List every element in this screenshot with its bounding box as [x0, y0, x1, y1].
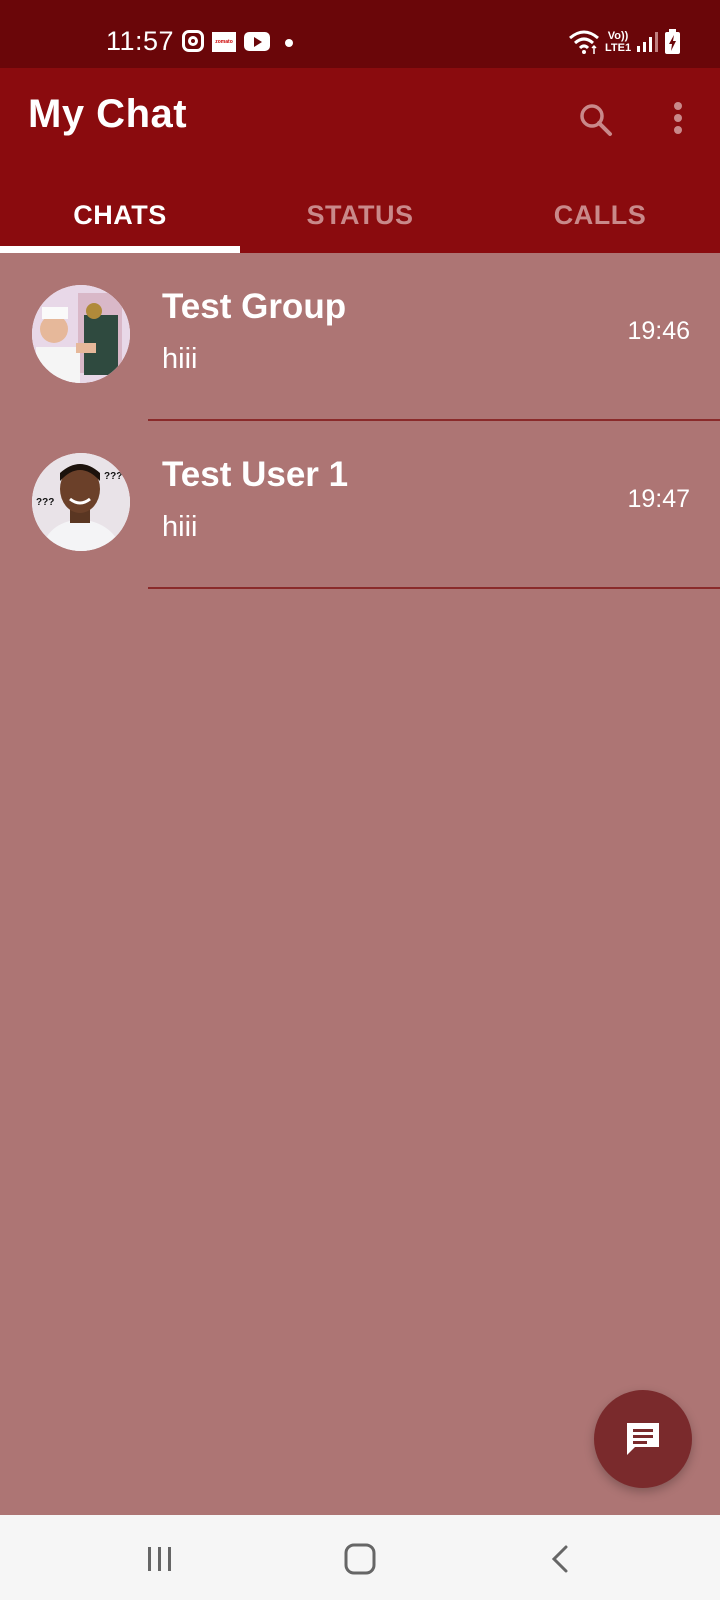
tab-calls[interactable]: CALLS [480, 178, 720, 253]
chat-last-message: hiii [162, 343, 198, 375]
battery-charging-icon [665, 29, 680, 54]
signal-icon [636, 32, 658, 57]
chat-last-message: hiii [162, 511, 198, 543]
notification-dot-icon [285, 39, 293, 47]
chat-item-test-group[interactable]: Test Group hiii 19:46 [0, 253, 720, 421]
divider [148, 587, 720, 589]
volte-icon: Vo)) LTE1 [605, 30, 632, 54]
instagram-icon [182, 30, 204, 52]
chat-item-test-user-1[interactable]: ??? ??? Test User 1 hiii 19:47 [0, 421, 720, 589]
recents-icon [148, 1547, 171, 1571]
tab-bar: CHATS STATUS CALLS [0, 178, 720, 253]
status-bar: 11:57 zomato Vo)) LTE1 [0, 0, 720, 68]
chat-name: Test User 1 [162, 455, 349, 494]
search-button[interactable] [574, 98, 618, 142]
avatar-overlay-text: ??? [104, 471, 123, 482]
home-icon [344, 1543, 376, 1575]
chat-time: 19:47 [627, 485, 690, 513]
back-button[interactable] [542, 1539, 582, 1579]
tab-chats[interactable]: CHATS [0, 178, 240, 253]
chat-time: 19:46 [627, 317, 690, 345]
youtube-icon [244, 32, 270, 51]
app-bar: My Chat CHATS STATUS CALLS [0, 68, 720, 253]
status-time: 11:57 [106, 26, 175, 56]
navigation-bar [0, 1515, 720, 1600]
chat-name: Test Group [162, 287, 347, 326]
message-icon [627, 1423, 659, 1455]
app-title: My Chat [28, 92, 188, 136]
more-vert-icon [674, 102, 682, 134]
home-button[interactable] [340, 1539, 380, 1579]
avatar[interactable] [32, 285, 130, 383]
chat-list: Test Group hiii 19:46 ??? ??? Test User … [0, 253, 720, 589]
avatar[interactable]: ??? ??? [32, 453, 130, 551]
search-icon [580, 104, 612, 136]
new-chat-button[interactable] [594, 1390, 692, 1488]
wifi-icon [568, 30, 600, 59]
tab-status[interactable]: STATUS [240, 178, 480, 253]
avatar-overlay-text: ??? [36, 497, 55, 508]
zomato-icon: zomato [212, 32, 236, 52]
more-options-button[interactable] [660, 98, 696, 142]
recents-button[interactable] [140, 1539, 180, 1579]
back-icon [551, 1545, 568, 1573]
